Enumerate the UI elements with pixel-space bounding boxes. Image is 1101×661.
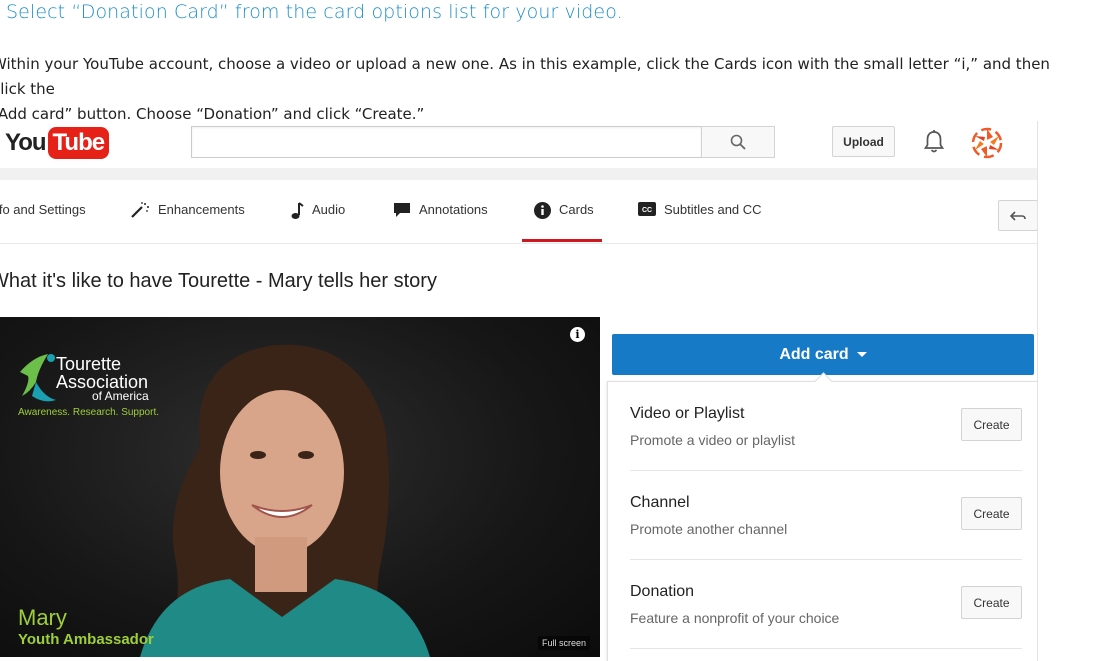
search-button[interactable]	[701, 126, 775, 158]
org-tagline: Awareness. Research. Support.	[18, 407, 160, 418]
back-arrow-icon	[1010, 210, 1026, 221]
tab-label: Enhancements	[158, 202, 245, 217]
card-option-description: Feature a nonprofit of your choice	[630, 610, 840, 626]
card-option-description: Promote another channel	[630, 521, 788, 537]
step-heading: Select “Donation Card” from the card opt…	[6, 1, 623, 23]
back-button[interactable]	[998, 200, 1037, 231]
tab-label: Audio	[312, 202, 346, 217]
youtube-logo[interactable]: You Tube	[5, 127, 110, 159]
create-donation-button[interactable]: Create	[961, 586, 1022, 619]
card-option-description: Promote a video or playlist	[630, 432, 795, 448]
bell-icon[interactable]	[922, 129, 946, 155]
create-video-or-playlist-button[interactable]: Create	[961, 408, 1022, 441]
logo-tube: Tube	[47, 127, 110, 159]
fullscreen-button[interactable]: Full screen	[538, 636, 591, 650]
avatar[interactable]	[970, 126, 1004, 160]
add-card-button[interactable]: Add card	[612, 334, 1034, 375]
tab-label: Cards	[559, 202, 594, 217]
video-player[interactable]: i Tourette Association of America Awaren…	[0, 317, 600, 657]
music-note-icon	[291, 202, 304, 219]
card-option-donation: Donation Feature a nonprofit of your cho…	[630, 560, 1022, 649]
info-circle-icon	[534, 202, 551, 219]
speech-bubble-icon	[394, 203, 410, 217]
editor-tabs: Info and Settings Enhancements Audio Ann…	[0, 180, 1037, 244]
create-channel-button[interactable]: Create	[961, 497, 1022, 530]
tab-cards[interactable]: Cards	[522, 202, 602, 242]
upload-button[interactable]: Upload	[832, 126, 895, 157]
search-input[interactable]	[191, 126, 702, 158]
video-info-icon[interactable]: i	[570, 327, 585, 342]
card-option-title: Donation	[630, 583, 695, 600]
tab-label: Subtitles and CC	[664, 202, 762, 217]
speaker-name: Mary	[18, 605, 67, 630]
card-option-channel: Channel Promote another channel Create	[630, 471, 1022, 560]
divider	[630, 648, 1022, 649]
card-option-video-or-playlist: Video or Playlist Promote a video or pla…	[630, 382, 1022, 471]
tab-label: Info and Settings	[0, 202, 86, 217]
card-options-menu: Video or Playlist Promote a video or pla…	[607, 381, 1037, 661]
logo-you: You	[5, 129, 47, 156]
magic-wand-icon	[131, 202, 149, 218]
tab-audio[interactable]: Audio	[290, 202, 345, 242]
caret-down-icon	[856, 352, 867, 357]
tab-subtitles-and-cc[interactable]: CC Subtitles and CC	[638, 202, 762, 242]
video-title: What it's like to have Tourette - Mary t…	[0, 270, 437, 292]
youtube-screenshot: You Tube Upload o and Settings Enhanceme…	[0, 121, 1038, 661]
tab-annotations[interactable]: Annotations	[393, 202, 488, 242]
search-icon	[730, 134, 746, 150]
tab-label: Annotations	[419, 202, 488, 217]
instructions: Within your YouTube account, choose a vi…	[0, 52, 1052, 127]
masthead-separator	[0, 168, 1037, 180]
instructions-line-1: Within your YouTube account, choose a vi…	[0, 55, 1050, 98]
speaker-role: Youth Ambassador	[18, 631, 154, 648]
org-name-line-3: of America	[92, 389, 149, 403]
masthead: You Tube Upload	[0, 121, 1037, 167]
svg-text:CC: CC	[642, 207, 652, 214]
tab-info-and-settings[interactable]: Info and Settings	[0, 202, 86, 242]
card-option-title: Video or Playlist	[630, 405, 745, 422]
tab-enhancements[interactable]: Enhancements	[130, 202, 245, 242]
cc-icon: CC	[638, 202, 656, 216]
card-option-title: Channel	[630, 494, 690, 511]
add-card-label: Add card	[779, 345, 849, 363]
